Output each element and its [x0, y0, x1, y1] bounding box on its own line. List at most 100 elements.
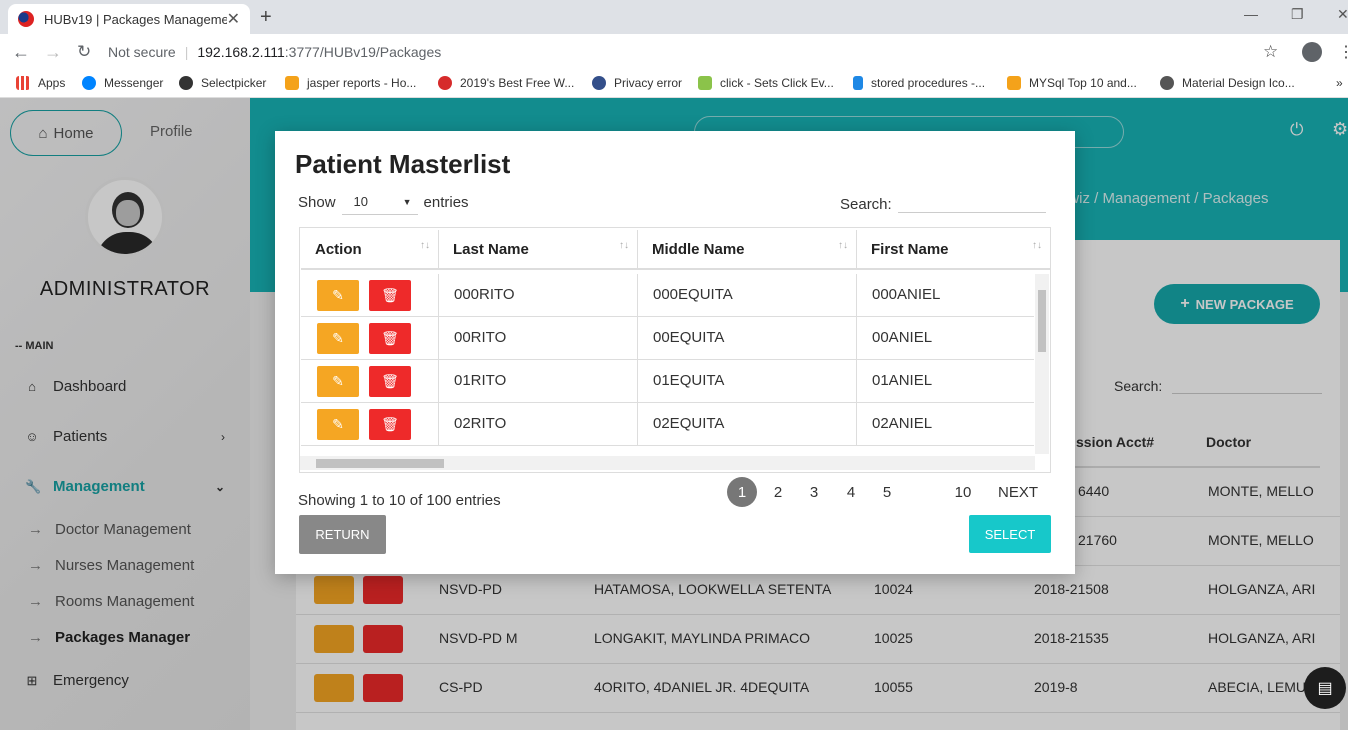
next-page-button[interactable]: NEXT — [997, 477, 1039, 507]
sidebar-item-dashboard[interactable]: ⌂ Dashboard — [25, 378, 225, 395]
new-tab-button[interactable]: + — [260, 6, 272, 29]
forward-icon[interactable]: → — [44, 42, 62, 63]
edit-button[interactable]: ✎ — [317, 366, 359, 397]
edit-button[interactable]: ✎ — [317, 409, 359, 440]
edit-button[interactable] — [314, 576, 354, 604]
edit-button[interactable] — [314, 674, 354, 702]
bookmark-mysql[interactable]: MYSql Top 10 and... — [1007, 76, 1137, 90]
cell-last-name: 01RITO — [439, 360, 638, 403]
table-row[interactable]: ✎ 🗑 01RITO 01EQUITA 01ANIEL — [301, 360, 1034, 403]
modal-search-input[interactable] — [897, 189, 1046, 213]
minimize-icon[interactable]: — — [1244, 6, 1258, 22]
delete-button[interactable]: 🗑 — [369, 366, 411, 397]
delete-button[interactable]: 🗑 — [369, 409, 411, 440]
bookmark-messenger[interactable]: Messenger — [82, 76, 163, 90]
edit-button[interactable]: ✎ — [317, 280, 359, 311]
column-header-action[interactable]: Action ↑↓ — [301, 230, 439, 270]
tab-title: HUBv19 | Packages Management — [44, 11, 227, 27]
more-bookmarks-icon[interactable]: » — [1336, 76, 1343, 90]
select-button[interactable]: SELECT — [969, 515, 1051, 553]
bookmark-click-sets[interactable]: click - Sets Click Ev... — [698, 76, 834, 90]
cell-code: NSVD-PD M — [439, 630, 518, 646]
cell-name: 4ORITO, 4DANIEL JR. 4DEQUITA — [594, 679, 810, 695]
entries-length: Show 10 ▼ entries — [298, 189, 469, 215]
page-1-button[interactable]: 1 — [727, 477, 757, 507]
horizontal-scrollbar[interactable] — [300, 456, 1035, 470]
page-10-button[interactable]: 10 — [948, 477, 978, 507]
tab-close-icon[interactable]: ✕ — [227, 9, 240, 29]
bookmark-star-icon[interactable]: ☆ — [1263, 42, 1278, 62]
sidebar-subitem-doctor[interactable]: → Doctor Management — [28, 521, 191, 538]
gear-icon[interactable]: ⚙ — [1332, 119, 1348, 140]
sidebar-subitem-packages[interactable]: → Packages Manager — [28, 629, 190, 646]
home-icon: ⌂ — [38, 124, 48, 142]
cell-middle-name: 00EQUITA — [638, 317, 857, 360]
bookmark-best-free[interactable]: 2019's Best Free W... — [438, 76, 574, 90]
reload-icon[interactable]: ↻ — [77, 42, 91, 62]
column-header-last-name[interactable]: Last Name ↑↓ — [439, 230, 638, 270]
back-icon[interactable]: ← — [12, 42, 30, 63]
browser-tab[interactable]: HUBv19 | Packages Management ✕ — [8, 4, 250, 34]
browser-menu-icon[interactable]: ⋮ — [1338, 42, 1348, 62]
page-3-button[interactable]: 3 — [799, 477, 829, 507]
chat-icon[interactable]: ▤ — [1304, 667, 1346, 709]
bookmark-privacy-error[interactable]: Privacy error — [592, 76, 682, 90]
site-icon — [438, 76, 452, 90]
scroll-thumb[interactable] — [1038, 290, 1046, 352]
home-button[interactable]: ⌂ Home — [10, 110, 122, 156]
new-package-button[interactable]: + NEW PACKAGE — [1154, 284, 1320, 324]
bookmark-apps[interactable]: Apps — [16, 76, 65, 90]
column-header-first-name[interactable]: First Name ↑↓ — [857, 230, 1050, 270]
sort-icon: ↑↓ — [420, 240, 430, 251]
return-button[interactable]: RETURN — [299, 515, 386, 554]
delete-button[interactable]: 🗑 — [369, 280, 411, 311]
breadcrumb-item[interactable]: Management — [1103, 190, 1191, 207]
column-header-doctor[interactable]: Doctor — [1192, 418, 1320, 468]
edit-button[interactable]: ✎ — [317, 323, 359, 354]
sidebar-subitem-nurses[interactable]: → Nurses Management — [28, 557, 194, 574]
account-icon[interactable] — [1302, 42, 1322, 62]
table-row[interactable]: ✎ 🗑 00RITO 00EQUITA 00ANIEL — [301, 317, 1034, 360]
delete-button[interactable] — [363, 625, 403, 653]
vertical-scrollbar[interactable] — [1035, 274, 1049, 454]
bookmark-material-design[interactable]: Material Design Ico... — [1160, 76, 1295, 90]
sidebar-subitem-rooms[interactable]: → Rooms Management — [28, 593, 194, 610]
avatar — [85, 177, 165, 257]
profile-link[interactable]: Profile — [150, 123, 193, 140]
messenger-icon — [82, 76, 96, 90]
column-header-middle-name[interactable]: Middle Name ↑↓ — [638, 230, 857, 270]
bookmark-label: click - Sets Click Ev... — [720, 76, 834, 90]
page-2-button[interactable]: 2 — [763, 477, 793, 507]
sidebar-item-emergency[interactable]: ⊞ Emergency — [25, 672, 225, 689]
bookmark-selectpicker[interactable]: Selectpicker — [179, 76, 266, 90]
sidebar-item-management[interactable]: 🔧 Management ⌄ — [25, 478, 225, 495]
entries-select[interactable]: 10 ▼ — [341, 189, 418, 215]
home-label: Home — [53, 124, 94, 142]
delete-button[interactable]: 🗑 — [369, 323, 411, 354]
packages-search-input[interactable] — [1172, 378, 1323, 394]
delete-button[interactable] — [363, 576, 403, 604]
table-row[interactable]: ✎ 🗑 02RITO 02EQUITA 02ANIEL — [301, 403, 1034, 446]
delete-button[interactable] — [363, 674, 403, 702]
cell-name: LONGAKIT, MAYLINDA PRIMACO — [594, 630, 811, 646]
search-label: Search: — [1114, 378, 1163, 394]
bookmark-label: MYSql Top 10 and... — [1029, 76, 1137, 90]
scroll-thumb[interactable] — [316, 459, 444, 468]
bookmark-jasper[interactable]: jasper reports - Ho... — [285, 76, 416, 90]
sidebar: ⌂ Home Profile ADMINISTRATOR -- MAIN ⌂ Das… — [0, 98, 250, 730]
cell-acct: 2018-21535 — [1034, 630, 1109, 646]
table-row[interactable]: ✎ 🗑 000RITO 000EQUITA 000ANIEL — [301, 274, 1034, 317]
sidebar-item-patients[interactable]: ☺ Patients › — [25, 428, 225, 445]
page-4-button[interactable]: 4 — [836, 477, 866, 507]
action-cell: ✎ 🗑 — [301, 317, 439, 360]
restore-icon[interactable]: ❐ — [1291, 6, 1304, 23]
cell-last-name: 02RITO — [439, 403, 638, 446]
power-icon[interactable]: ⏻ — [1290, 120, 1303, 140]
url-field[interactable]: i Not secure | 192.168.2.111:3777/HUBv19… — [108, 40, 1294, 417]
page-5-button[interactable]: 5 — [872, 477, 902, 507]
bookmark-stored-procedures[interactable]: stored procedures -... — [853, 76, 985, 90]
chevron-down-icon: ⌄ — [214, 479, 225, 494]
home-icon: ⌂ — [28, 379, 36, 394]
window-close-icon[interactable]: ✕ — [1337, 6, 1348, 23]
edit-button[interactable] — [314, 625, 354, 653]
